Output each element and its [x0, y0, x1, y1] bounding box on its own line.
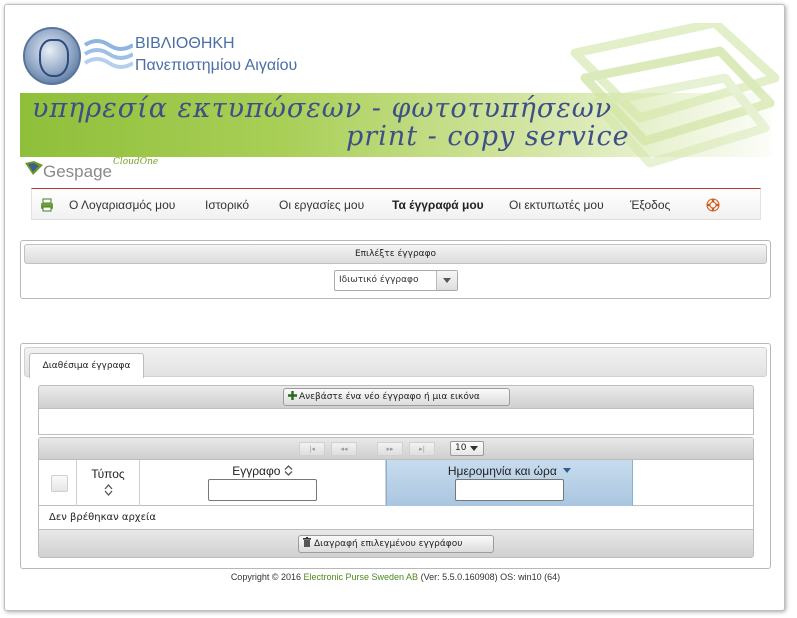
company-link[interactable]: Electronic Purse Sweden AB — [304, 572, 419, 582]
logo-wave-icon — [83, 39, 133, 69]
document-type-value: Ιδιωτικό έγγραφο — [339, 275, 419, 285]
document-column-text: Εγγραφο — [232, 464, 281, 478]
nav-my-documents[interactable]: Τα έγγραφά μου — [392, 189, 484, 221]
last-page-button[interactable]: ▸| — [409, 442, 435, 456]
sort-both-icon — [104, 484, 113, 496]
site-header: ΒΙΒΛΙΟΘΗΚΗ Πανεπιστημίου Αιγαίου υπηρεσί… — [5, 5, 784, 185]
chevron-down-icon[interactable] — [436, 271, 457, 290]
first-page-button[interactable]: |◂ — [299, 442, 325, 456]
tab-available-documents[interactable]: Διαθέσιμα έγγραφα — [29, 353, 144, 378]
datetime-column-header[interactable]: Ημερομηνία και ώρα — [386, 460, 633, 506]
nav-history[interactable]: Ιστορικό — [205, 189, 249, 221]
documents-grid: |◂ ◂◂ ▸▸ ▸| 10 Τύπος Εγγραφο Ημερομηνία … — [38, 437, 754, 558]
grid-header: Τύπος Εγγραφο Ημερομηνία και ώρα — [39, 460, 753, 506]
document-column-header[interactable]: Εγγραφο — [140, 460, 386, 506]
upload-toolbar: Ανεβάστε ένα νέο έγγραφο ή μια εικόνα — [38, 385, 754, 409]
copyright-text: Copyright © 2016 — [230, 572, 301, 582]
select-document-panel: Επιλέξτε έγγραφο Ιδιωτικό έγγραφο — [20, 240, 771, 299]
extra-column-header — [633, 460, 753, 506]
plus-icon — [288, 391, 297, 400]
library-title: ΒΙΒΛΙΟΘΗΚΗ — [135, 35, 235, 52]
tab-bar: Διαθέσιμα έγγραφα — [24, 347, 767, 378]
type-column-label: Τύπος — [91, 467, 125, 481]
service-banner: υπηρεσία εκτυπώσεων - φωτοτυπήσεων print… — [20, 93, 772, 157]
datetime-filter-input[interactable] — [455, 479, 564, 501]
main-nav: Ο Λογαριασμός μου Ιστορικό Οι εργασίες μ… — [31, 188, 761, 220]
gespage-logo: Gespage CloudOne — [23, 157, 193, 183]
nav-logout[interactable]: Έξοδος — [630, 189, 670, 221]
nav-my-printers[interactable]: Οι εκτυπωτές μου — [509, 189, 604, 221]
banner-english-title: print - copy service — [346, 121, 630, 152]
nav-my-jobs[interactable]: Οι εργασίες μου — [279, 189, 364, 221]
upload-area — [38, 409, 754, 435]
document-filter-input[interactable] — [208, 479, 317, 501]
documents-panel: Διαθέσιμα έγγραφα Ανεβάστε ένα νέο έγγρα… — [20, 343, 771, 569]
type-column-header[interactable]: Τύπος — [77, 460, 140, 506]
gespage-brand-sub: CloudOne — [113, 157, 159, 167]
sort-desc-icon — [563, 468, 572, 473]
library-subtitle: Πανεπιστημίου Αιγαίου — [135, 57, 298, 74]
upload-document-label: Ανεβάστε ένα νέο έγγραφο ή μια εικόνα — [299, 392, 480, 402]
page-size-select[interactable]: 10 — [450, 441, 484, 456]
trash-icon — [303, 537, 311, 547]
version-text: (Ver: 5.5.0.160908) OS: win10 (64) — [420, 572, 561, 582]
delete-selected-button[interactable]: Διαγραφή επιλεγμένου εγγράφου — [298, 535, 494, 553]
app-window: ΒΙΒΛΙΟΘΗΚΗ Πανεπιστημίου Αιγαίου υπηρεσί… — [4, 4, 785, 611]
select-all-column — [39, 460, 77, 506]
prev-page-button[interactable]: ◂◂ — [331, 442, 357, 456]
university-seal-logo[interactable] — [23, 27, 81, 85]
empty-message: Δεν βρέθηκαν αρχεία — [39, 507, 753, 529]
gespage-brand: Gespage — [43, 162, 112, 181]
select-all-checkbox[interactable] — [51, 475, 68, 492]
document-column-label: Εγγραφο — [140, 464, 385, 478]
upload-document-button[interactable]: Ανεβάστε ένα νέο έγγραφο ή μια εικόνα — [283, 388, 510, 406]
printer-icon[interactable] — [40, 198, 54, 212]
nav-my-account[interactable]: Ο Λογαριασμός μου — [69, 189, 175, 221]
datetime-column-label: Ημερομηνία και ώρα — [387, 464, 632, 478]
copyright-footer: Copyright © 2016 Electronic Purse Sweden… — [5, 572, 784, 582]
sort-both-icon — [284, 465, 293, 476]
banner-greek-title: υπηρεσία εκτυπώσεων - φωτοτυπήσεων — [32, 93, 613, 124]
gespage-mark-icon — [25, 161, 43, 175]
delete-selected-label: Διαγραφή επιλεγμένου εγγράφου — [314, 539, 463, 549]
grid-footer: Διαγραφή επιλεγμένου εγγράφου — [39, 529, 753, 557]
datetime-column-text: Ημερομηνία και ώρα — [447, 464, 557, 478]
next-page-button[interactable]: ▸▸ — [377, 442, 403, 456]
document-type-select[interactable]: Ιδιωτικό έγγραφο — [334, 270, 458, 291]
lifebuoy-icon[interactable] — [706, 198, 720, 212]
select-document-title: Επιλέξτε έγγραφο — [24, 244, 767, 264]
grid-pager: |◂ ◂◂ ▸▸ ▸| 10 — [39, 438, 753, 460]
